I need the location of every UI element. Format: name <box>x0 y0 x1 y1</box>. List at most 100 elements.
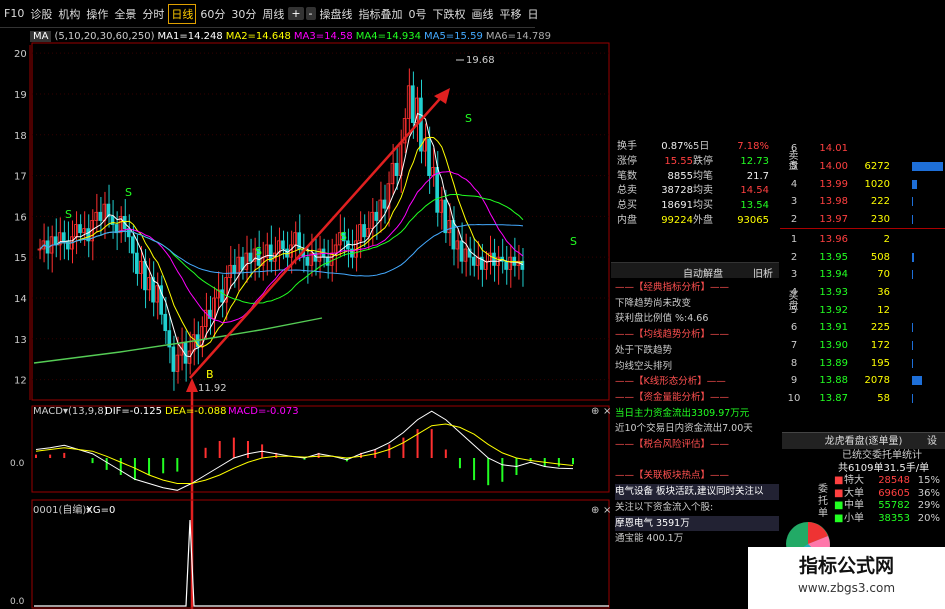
orderbook-row[interactable]: 3 13.94 70 <box>780 266 945 284</box>
candle-body <box>382 199 387 209</box>
macd-menu: MACD▾ <box>33 406 68 417</box>
orderbook-row[interactable]: 6 13.91 225 <box>780 319 945 337</box>
stat-1-0: 涨停 <box>617 155 637 167</box>
candle-body <box>78 224 82 234</box>
price-tick-label: 14 <box>14 294 27 305</box>
ob-volume: 230 <box>870 214 890 226</box>
ob-level: 1 <box>790 233 798 245</box>
macd-settings-icon: ⊕ <box>591 406 599 417</box>
orderbook-row[interactable]: 3 13.98 222 <box>780 193 945 211</box>
orderbook-row[interactable]: 9 13.88 2078 <box>780 372 945 390</box>
stat-2-2: 均笔 <box>693 170 713 182</box>
stat-5-0: 内盘 <box>617 214 637 226</box>
dragon-row-name: 中单 <box>844 500 864 511</box>
quote-panel: 换手 0.87% 5日 7.18% 涨停 15.55 跌停 12.73 笔数 8855 均笔 21.7… <box>611 140 779 609</box>
analysis-title[interactable]: 自动解盘 <box>683 265 723 280</box>
sell-signal-marker: S <box>125 186 132 199</box>
macd-dif-value: DIF=-0.125 <box>105 406 162 417</box>
dragon-row-pct: 20% <box>917 512 940 524</box>
sell-label: 卖盘 <box>786 150 797 170</box>
dragon-row-pct: 36% <box>917 487 940 499</box>
stat-3-1: 38728 <box>661 185 693 197</box>
ob-price: 13.91 <box>819 322 848 334</box>
orderbook-row[interactable]: 5 13.92 12 <box>780 301 945 319</box>
ob-level: 2 <box>790 214 798 226</box>
analysis-line-7: ——【资金量能分析】—— <box>615 391 730 403</box>
stat-1-2: 跌停 <box>693 155 713 167</box>
price-tick-label: 17 <box>14 172 27 183</box>
ob-price: 14.01 <box>819 143 848 155</box>
ob-level: 10 <box>787 393 801 405</box>
stat-2-1: 8855 <box>667 170 693 182</box>
stat-5-2: 外盘 <box>693 214 713 226</box>
orderbook-row[interactable]: 5 14.00 6272 <box>780 158 945 176</box>
candle-body <box>232 264 237 274</box>
orderbook-row[interactable]: 4 13.99 1020 <box>780 175 945 193</box>
ob-volume-bar <box>912 179 917 189</box>
quote-stats: 换手 0.87% 5日 7.18% 涨停 15.55 跌停 12.73 笔数 8855 均笔 21.7… <box>611 140 779 229</box>
ob-level: 8 <box>790 357 798 369</box>
stat-2-3: 21.7 <box>746 170 769 182</box>
ob-price: 13.94 <box>819 269 848 281</box>
ob-volume-bar <box>912 376 922 386</box>
stat-0-1: 0.87% <box>661 141 693 152</box>
ob-level: 4 <box>790 178 798 190</box>
candle-body <box>220 289 224 303</box>
ob-volume-bar <box>912 252 915 262</box>
macd-dea-value: DEA=-0.088 <box>165 406 226 417</box>
ob-level: 3 <box>790 196 798 208</box>
kline-chart[interactable]: 20 19 18 17 16 15 14 13 12 S S S S S S B 19.68 11.92 0.0 MA… <box>0 0 612 609</box>
candle-body <box>374 211 379 221</box>
ob-price: 13.97 <box>819 214 848 226</box>
stat-3-3: 14.54 <box>740 185 769 197</box>
macd-params: (13,9,8) <box>68 406 108 417</box>
ob-price: 13.88 <box>819 375 848 387</box>
orderbook-row[interactable]: 2 13.97 230 <box>780 211 945 229</box>
orderbook-row[interactable]: 6 14.01 <box>780 140 945 158</box>
order-book: 6 14.01 5 14.00 6272 4 13.99 1020 3 13.98 222 2 13.9… <box>780 140 945 434</box>
ob-volume: 36 <box>877 286 890 298</box>
sell-signal-marker: S <box>65 208 72 221</box>
ob-volume-bar <box>912 358 913 368</box>
macd-value: MACD=-0.073 <box>228 406 299 417</box>
analysis-line-16: 通宝能 400.1万 <box>615 533 684 545</box>
analysis-old-tab[interactable]: 旧析 <box>753 265 773 280</box>
analysis-line-0: ——【经典指标分析】—— <box>615 282 730 293</box>
dragon-settings[interactable]: 设 <box>927 433 937 450</box>
orderbook-row[interactable]: 8 13.89 195 <box>780 354 945 372</box>
dragon-title[interactable]: 龙虎看盘(逐单量) 设 <box>782 432 945 449</box>
ob-price: 13.96 <box>819 233 848 245</box>
analysis-line-10: ——【税合风险评估】—— <box>615 439 730 451</box>
ob-price: 13.92 <box>819 304 848 316</box>
orderbook-row[interactable]: 7 13.90 172 <box>780 337 945 355</box>
analysis-line-12: ——【关联板块热点】—— <box>615 470 730 482</box>
buy-signal-marker: B <box>206 368 214 381</box>
analysis-line-3: ——【均线趋势分析】—— <box>615 329 730 341</box>
ob-volume: 12 <box>877 304 890 316</box>
dragon-row-value: 28548 <box>878 475 910 486</box>
sell-signal-marker: S <box>570 235 577 248</box>
candle-body <box>362 224 366 238</box>
analysis-line-14: 关注以下资金流入个股: <box>615 501 714 513</box>
price-tick-label: 20 <box>14 49 27 60</box>
ob-volume-bar <box>912 323 913 333</box>
stat-1-1: 15.55 <box>664 155 693 167</box>
macd-frame <box>31 405 610 493</box>
stat-4-3: 13.54 <box>740 200 769 212</box>
dragon-row-pct: 15% <box>917 475 940 486</box>
stat-0-2: 5日 <box>693 141 710 152</box>
xg-frame <box>31 499 610 609</box>
candle-body <box>410 85 415 123</box>
orderbook-row[interactable]: 10 13.87 58 <box>780 390 945 408</box>
orderbook-row[interactable]: 1 13.96 2 <box>780 231 945 249</box>
candle-body <box>143 260 147 291</box>
price-tick-label: 15 <box>14 253 27 264</box>
candle-body <box>325 256 330 266</box>
price-tick-label: 12 <box>14 376 27 387</box>
orderbook-row[interactable]: 4 13.93 36 <box>780 284 945 302</box>
price-tick-label: 13 <box>14 335 27 346</box>
dragon-row: ■ 中单 55782 29% <box>834 500 940 511</box>
orderbook-row[interactable]: 2 13.95 508 <box>780 248 945 266</box>
candle-body <box>61 232 66 242</box>
sell-signal-marker: S <box>340 230 347 243</box>
